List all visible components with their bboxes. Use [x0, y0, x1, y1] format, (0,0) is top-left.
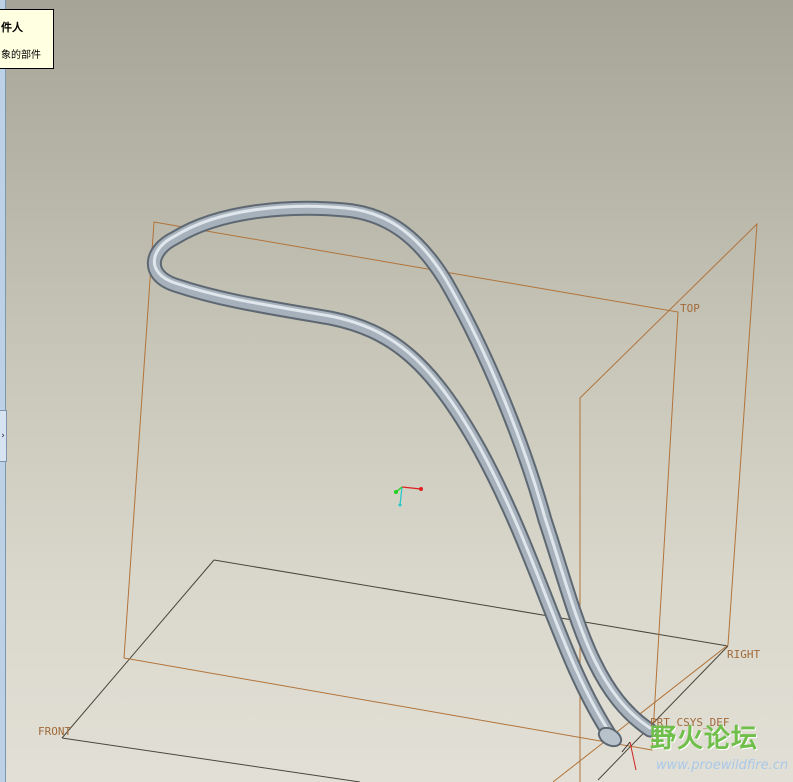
top-plane-label[interactable]: TOP [680, 302, 700, 315]
ground-plane-edges [61, 559, 729, 782]
tooltip-title: 件人 [1, 21, 23, 34]
navigator-toggle-icon[interactable]: › [0, 410, 7, 462]
watermark-title: 野火论坛 [650, 724, 759, 754]
right-plane-label[interactable]: RIGHT [727, 648, 760, 661]
tooltip-body: 象的部件 [1, 50, 41, 61]
tooltip: 件人 象的部件 [0, 9, 54, 69]
swept-tube-feature[interactable] [146, 200, 658, 750]
model-canvas: TOP RIGHT FRONT PRT_CSYS_DEF [38, 200, 760, 782]
watermark-url: www.proewildfire.cn [656, 758, 789, 773]
graphics-viewport[interactable]: TOP RIGHT FRONT PRT_CSYS_DEF 野火论坛 www.pr… [0, 0, 793, 782]
front-plane-label[interactable]: FRONT [38, 725, 71, 738]
site-watermark: 野火论坛 www.proewildfire.cn [648, 718, 793, 782]
coordinate-triad-icon [394, 486, 423, 507]
navigator-rail[interactable] [0, 0, 6, 782]
